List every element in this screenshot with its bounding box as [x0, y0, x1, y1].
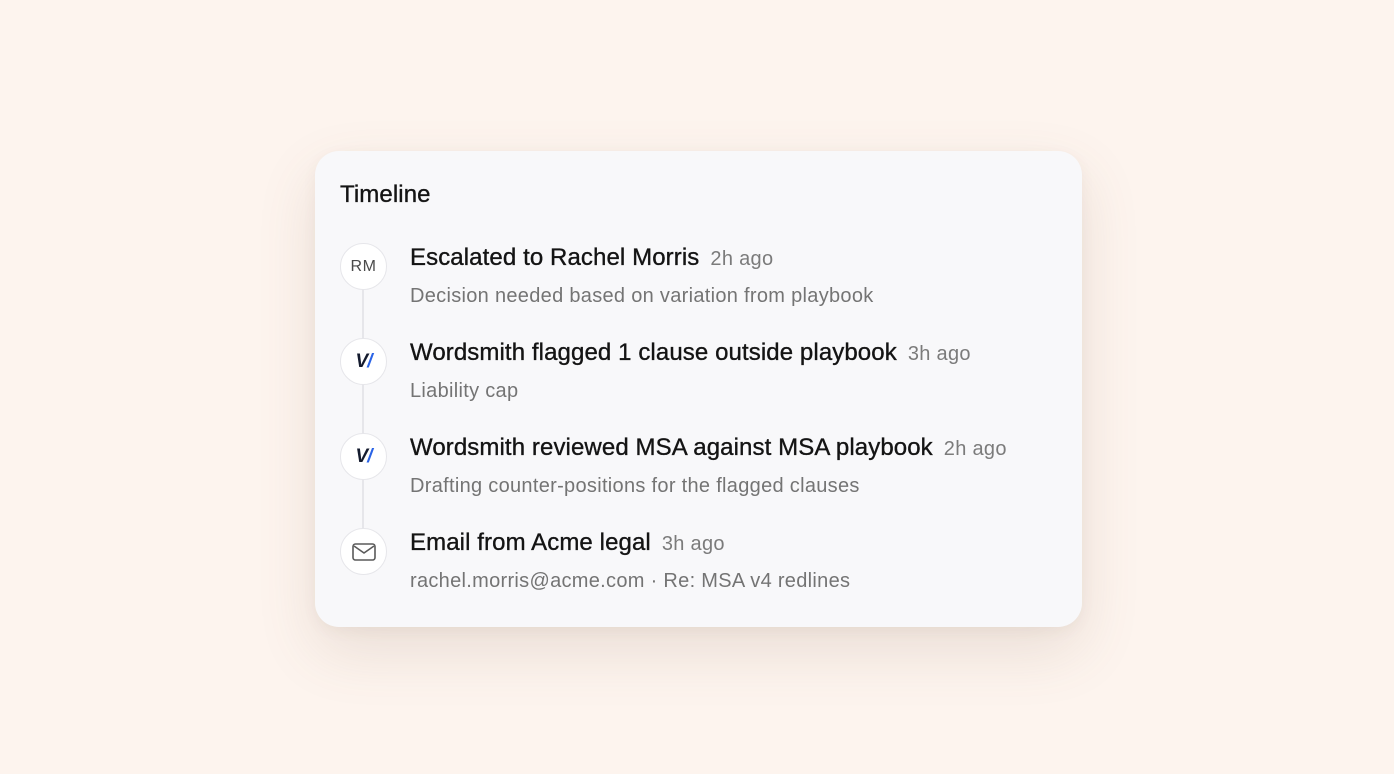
wordsmith-logo-icon: V/ [355, 446, 373, 467]
timeline-item-time: 2h ago [710, 248, 774, 270]
wordsmith-logo-icon: V/ [355, 351, 373, 372]
timeline-item-header: Email from Acme legal 3h ago [410, 529, 725, 557]
timeline-item-title: Wordsmith flagged 1 clause outside playb… [410, 339, 897, 366]
avatar-wordsmith: V/ [340, 338, 387, 385]
avatar-email [340, 528, 387, 575]
timeline-card: Timeline RM Escalated to Rachel Morris 2h… [315, 151, 1082, 627]
timeline-item-title: Email from Acme legal [410, 529, 651, 556]
timeline-item-time: 2h ago [943, 438, 1007, 460]
avatar-wordsmith: V/ [340, 433, 387, 480]
avatar-initials: RM [350, 257, 377, 275]
timeline-item-time: 3h ago [907, 343, 971, 365]
timeline-item-title: Wordsmith reviewed MSA against MSA playb… [410, 434, 933, 461]
mail-icon [351, 542, 376, 561]
timeline-item-header: Wordsmith flagged 1 clause outside playb… [410, 339, 971, 367]
timeline-item-time: 3h ago [661, 533, 725, 555]
timeline-item-header: Escalated to Rachel Morris 2h ago [410, 244, 773, 272]
timeline-title: Timeline [340, 181, 431, 208]
timeline-item-subtitle: Liability cap [410, 380, 519, 402]
avatar-rachel-morris: RM [340, 243, 387, 290]
timeline-item-title: Escalated to Rachel Morris [410, 244, 700, 271]
timeline-item-email[interactable]: Email from Acme legal 3h ago rachel.morri… [340, 528, 1080, 598]
timeline-item-escalated[interactable]: RM Escalated to Rachel Morris 2h ago Deci… [340, 243, 1080, 313]
timeline-item-subtitle: rachel.morris@acme.com · Re: MSA v4 redl… [410, 570, 851, 592]
timeline-item-flagged[interactable]: V/ Wordsmith flagged 1 clause outside pl… [340, 338, 1080, 408]
timeline-item-header: Wordsmith reviewed MSA against MSA playb… [410, 434, 1007, 462]
timeline-item-subtitle: Decision needed based on variation from … [410, 285, 874, 307]
timeline-item-subtitle: Drafting counter-positions for the flagg… [410, 475, 860, 497]
timeline-item-reviewed[interactable]: V/ Wordsmith reviewed MSA against MSA pl… [340, 433, 1080, 503]
